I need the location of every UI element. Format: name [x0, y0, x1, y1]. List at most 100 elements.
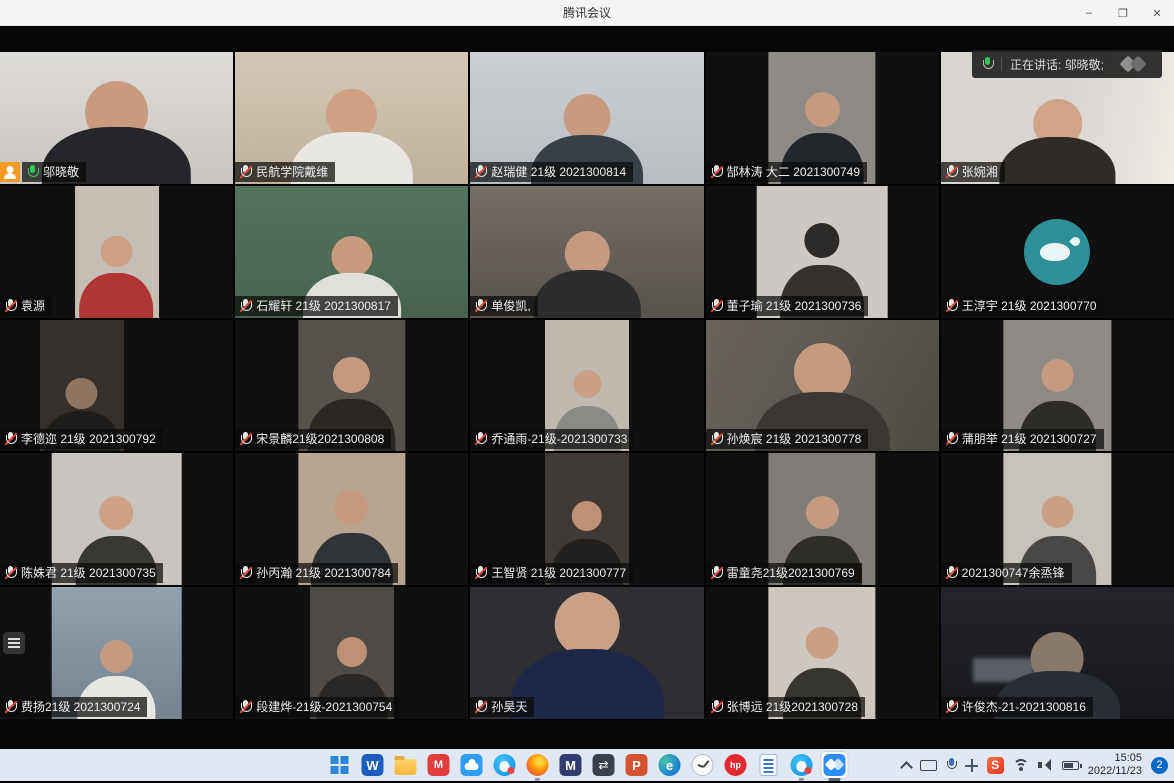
video-tile[interactable]: 段建烨-21级-2021300754: [235, 587, 468, 719]
battery-icon[interactable]: [1062, 761, 1079, 770]
tray-mic-icon[interactable]: [946, 758, 956, 772]
qq-chat-icon[interactable]: [492, 752, 518, 778]
mic-muted-icon: [475, 566, 486, 580]
video-tile[interactable]: 雷童尧21级2021300769: [706, 453, 939, 585]
qq-chat-2-icon[interactable]: [789, 752, 815, 778]
participant-label: 王智贤 21级 2021300777: [470, 563, 633, 583]
participant-label: 孙焕宸 21级 2021300778: [706, 429, 869, 449]
video-tile[interactable]: 孙焕宸 21级 2021300778: [706, 320, 939, 452]
video-tile[interactable]: 董子瑜 21级 2021300736: [706, 186, 939, 318]
mic-active-icon: [982, 57, 993, 71]
notification-badge[interactable]: 2: [1151, 757, 1168, 774]
participant-label: 蒲朋举 21级 2021300727: [941, 429, 1104, 449]
video-tile[interactable]: 孙丙瀚 21级 2021300784: [235, 453, 468, 585]
mic-muted-icon: [240, 566, 251, 580]
video-tile[interactable]: 乔通雨-21级-2021300733: [470, 320, 703, 452]
speaking-label: 正在讲话: 邬晓敬;: [1010, 56, 1104, 73]
member-list-toggle[interactable]: [3, 632, 25, 654]
mic-muted-icon: [240, 299, 251, 313]
notes-app-icon[interactable]: [756, 752, 782, 778]
host-badge-icon: [0, 162, 20, 182]
participant-label: 民航学院戴维: [235, 162, 335, 182]
whale-avatar: [1024, 219, 1090, 285]
participant-label: 孙昊天: [470, 697, 534, 717]
hp-icon[interactable]: hp: [723, 752, 749, 778]
participant-label: 孙丙瀚 21级 2021300784: [235, 563, 398, 583]
video-tile[interactable]: 郜林涛 大二 2021300749: [706, 52, 939, 184]
clock-app-icon[interactable]: [690, 752, 716, 778]
video-tile[interactable]: 王淳宇 21级 2021300770: [941, 186, 1174, 318]
tencent-meeting-taskbar-icon[interactable]: [822, 752, 848, 778]
video-tile[interactable]: 陈姝君 21级 2021300735: [0, 453, 233, 585]
mic-muted-icon: [946, 432, 957, 446]
video-tile[interactable]: 袁源: [0, 186, 233, 318]
video-tile[interactable]: 蒲朋举 21级 2021300727: [941, 320, 1174, 452]
tencent-meeting-window: 腾讯会议 – ❐ ✕ 正在讲话: 邬晓敬; 邬晓敬: [0, 0, 1174, 783]
participant-label: 2021300747余烝锋: [941, 563, 1072, 583]
video-tile[interactable]: 2021300747余烝锋: [941, 453, 1174, 585]
windows-taskbar: W M M ⇄ P e hp S 15:05: [0, 749, 1174, 781]
mic-muted-icon: [711, 432, 722, 446]
video-tile[interactable]: 孙昊天: [470, 587, 703, 719]
powerpoint-icon[interactable]: P: [624, 752, 650, 778]
restore-button[interactable]: ❐: [1106, 0, 1140, 26]
mail-app-icon[interactable]: M: [426, 752, 452, 778]
video-tile[interactable]: 石耀轩 21级 2021300817: [235, 186, 468, 318]
close-button[interactable]: ✕: [1140, 0, 1174, 26]
m-app-icon[interactable]: M: [558, 752, 584, 778]
volume-icon[interactable]: [1038, 759, 1053, 771]
input-tool-icon[interactable]: [965, 759, 978, 772]
tray-clock[interactable]: 15:05 2022/11/23: [1088, 752, 1142, 778]
video-tile[interactable]: 宋景麟21级2021300808: [235, 320, 468, 452]
keyboard-icon[interactable]: [920, 760, 937, 771]
participant-label: 费扬21级 2021300724: [0, 697, 147, 717]
participant-label: 李德迩 21级 2021300792: [0, 429, 163, 449]
video-tile[interactable]: 单俊凯,: [470, 186, 703, 318]
list-icon: [8, 638, 20, 648]
video-tile[interactable]: 邬晓敬: [0, 52, 233, 184]
meeting-top-strip: [0, 26, 1174, 52]
tray-time: 15:05: [1114, 752, 1142, 764]
participant-label: 赵瑞健 21级 2021300814: [470, 162, 633, 182]
mic-muted-icon: [5, 700, 16, 714]
firefox-icon[interactable]: [525, 752, 551, 778]
mic-muted-icon: [475, 700, 486, 714]
video-tile[interactable]: 民航学院戴维: [235, 52, 468, 184]
edge-icon[interactable]: e: [657, 752, 683, 778]
tray-date: 2022/11/23: [1088, 765, 1142, 777]
participant-label: 单俊凯,: [470, 296, 537, 316]
wifi-icon[interactable]: [1013, 759, 1029, 771]
participant-label: 许俊杰-21-2021300816: [941, 697, 1093, 717]
sogou-input-icon[interactable]: S: [987, 757, 1004, 774]
mic-muted-icon: [946, 165, 957, 179]
cloud-drive-icon[interactable]: [459, 752, 485, 778]
mic-muted-icon: [240, 165, 251, 179]
mic-active-icon: [27, 165, 38, 179]
tray-expand-icon[interactable]: [900, 761, 913, 774]
start-button[interactable]: [327, 752, 353, 778]
file-explorer-icon[interactable]: [393, 752, 419, 778]
participant-label: 郜林涛 大二 2021300749: [706, 162, 867, 182]
mic-muted-icon: [5, 432, 16, 446]
participant-label: 董子瑜 21级 2021300736: [706, 296, 869, 316]
tencent-meeting-logo-icon: [1118, 55, 1152, 73]
mic-muted-icon: [475, 432, 486, 446]
video-tile[interactable]: 费扬21级 2021300724: [0, 587, 233, 719]
minimize-button[interactable]: –: [1072, 0, 1106, 26]
video-tile[interactable]: 张博远 21级2021300728: [706, 587, 939, 719]
display-switch-icon[interactable]: ⇄: [591, 752, 617, 778]
taskbar-center: W M M ⇄ P e hp: [327, 749, 848, 781]
mic-muted-icon: [946, 566, 957, 580]
video-tile[interactable]: 赵瑞健 21级 2021300814: [470, 52, 703, 184]
mic-muted-icon: [711, 566, 722, 580]
mic-muted-icon: [946, 700, 957, 714]
mic-muted-icon: [711, 700, 722, 714]
video-tile[interactable]: 李德迩 21级 2021300792: [0, 320, 233, 452]
video-tile[interactable]: 王智贤 21级 2021300777: [470, 453, 703, 585]
word-icon[interactable]: W: [360, 752, 386, 778]
video-tile[interactable]: 许俊杰-21-2021300816: [941, 587, 1174, 719]
meeting-bottom-strip: [0, 719, 1174, 749]
mic-muted-icon: [711, 299, 722, 313]
participant-label: 邬晓敬: [22, 162, 86, 182]
divider: [1001, 57, 1002, 71]
